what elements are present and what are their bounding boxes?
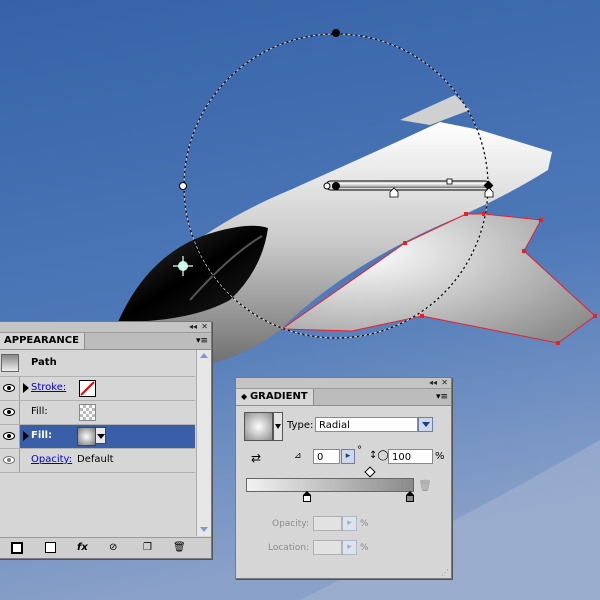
tab-appearance[interactable]: APPEARANCE [0,333,85,349]
chevron-down-icon [275,424,281,429]
appearance-scrollbar[interactable] [196,350,211,536]
resize-grip-icon[interactable]: ⋰ [441,568,449,577]
eye-icon [3,384,15,392]
stroke-label[interactable]: Stroke: [31,382,66,393]
eye-icon [3,456,15,464]
scroll-down-icon[interactable] [200,527,208,532]
visibility-toggle[interactable] [0,425,20,448]
chevron-down-icon [97,434,105,439]
visibility-toggle[interactable] [0,401,20,424]
expand-triangle-icon[interactable] [23,431,29,441]
visibility-toggle[interactable] [0,377,20,400]
appearance-titlebar[interactable]: ◂◂ ✕ [0,322,211,333]
stroke-none-swatch-icon[interactable] [79,380,96,397]
stop-location-label: Location: [268,543,310,553]
angle-icon: ⊿ [294,451,302,461]
stop-location-input [313,540,342,555]
gradient-preview-dropdown[interactable] [273,412,283,441]
stop-opacity-percent: % [360,519,369,529]
percent-symbol: % [435,451,445,462]
fill-dropdown-button[interactable] [95,427,106,444]
add-new-stroke-icon[interactable] [11,542,23,558]
angle-stepper-button[interactable]: ▸ [341,449,355,464]
fill-label: Fill: [31,430,53,441]
stop-location-percent: % [360,543,369,553]
aspect-ratio-icon: ↕◯ [369,450,389,461]
close-icon[interactable]: ✕ [201,322,208,332]
gradient-center-handle[interactable] [332,182,340,190]
scroll-up-icon[interactable] [200,353,208,358]
midpoint-diamond-icon[interactable] [364,466,376,478]
add-effect-icon[interactable]: fx [77,542,88,554]
fill-row-selected[interactable]: Fill: [0,425,195,449]
gradient-ramp[interactable] [246,478,414,492]
tab-options-icon: ◆ [241,392,250,401]
add-new-fill-icon[interactable] [45,542,56,557]
tab-gradient[interactable]: ◆ GRADIENT [236,389,314,405]
duplicate-item-icon[interactable]: ❐ [143,542,152,554]
stop-opacity-stepper: ▸ [342,516,357,531]
radius-handle-top[interactable] [332,29,340,37]
type-select[interactable]: Radial [315,417,418,432]
angle-input[interactable]: 0 [313,449,340,464]
trash-icon[interactable]: 🗑 [173,542,186,554]
degree-symbol: ° [357,445,362,456]
gradient-origin-handle[interactable] [323,182,331,190]
reverse-gradient-icon[interactable]: ⇄ [251,451,261,465]
clear-appearance-icon[interactable]: ⊘ [109,542,117,554]
stop-opacity-input [313,516,342,531]
path-thumbnail-icon [1,354,19,372]
appearance-panel: ◂◂ ✕ APPEARANCE ▾≡ Path Stroke: Fill: Fi… [0,321,212,559]
trash-icon[interactable]: 🗑 [418,479,432,492]
collapse-icon[interactable]: ◂◂ [189,322,197,332]
appearance-list: Path Stroke: Fill: Fill: Opacity: Defaul… [0,350,197,538]
gradient-stop-white[interactable] [303,491,311,502]
panel-menu-icon[interactable]: ▾≡ [196,335,208,347]
appearance-header-row[interactable]: Path [0,350,195,377]
appearance-tabrow: APPEARANCE ▾≡ [0,333,211,350]
gradient-preview-swatch[interactable] [244,412,273,441]
gradient-tabrow: ◆ GRADIENT ▾≡ [236,389,451,406]
fill-row[interactable]: Fill: [0,401,195,425]
close-icon[interactable]: ✕ [441,378,448,388]
type-dropdown-button[interactable] [418,417,433,432]
aspect-ratio-input[interactable]: 100 [388,449,433,464]
eye-icon [3,432,15,440]
opacity-label[interactable]: Opacity: [31,454,72,465]
collapse-icon[interactable]: ◂◂ [429,378,437,388]
gradient-slider-fill [332,183,486,188]
gradient-panel: ◂◂ ✕ ◆ GRADIENT ▾≡ Type: Radial ⇄ ⊿ 0 ▸ … [235,377,452,579]
fill-gradient-swatch-icon[interactable] [77,427,96,446]
path-label: Path [31,357,57,368]
opacity-value: Default [77,454,114,465]
type-label: Type: [287,420,314,431]
stroke-row[interactable]: Stroke: [0,377,195,401]
chevron-down-icon [422,422,430,427]
gradient-titlebar[interactable]: ◂◂ ✕ [236,378,451,389]
fill-label: Fill: [31,406,48,417]
gradient-midpoint-handle[interactable] [446,178,453,185]
visibility-toggle[interactable] [0,449,20,472]
gradient-stop-gray[interactable] [406,491,414,502]
panel-menu-icon[interactable]: ▾≡ [436,391,448,403]
expand-triangle-icon[interactable] [23,383,29,393]
fill-transparent-swatch-icon[interactable] [79,404,96,421]
appearance-footer: fx ⊘ ❐ 🗑 [0,537,211,558]
tab-gradient-label: GRADIENT [249,391,308,402]
stop-opacity-label: Opacity: [272,519,309,529]
opacity-row[interactable]: Opacity: Default [0,449,195,473]
stop-location-stepper: ▸ [342,540,357,555]
radius-handle-left[interactable] [179,182,187,190]
eye-icon [3,408,15,416]
